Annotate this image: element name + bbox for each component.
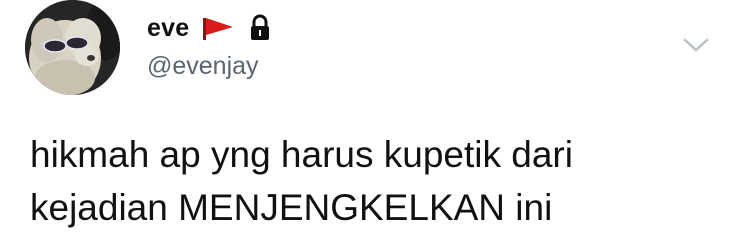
display-name[interactable]: eve [147,14,189,43]
tweet-text-line: hikmah ap yng harus kupetik dari [30,134,573,175]
dog-avatar-image [25,0,120,95]
red-flag-icon [201,14,235,42]
chevron-down-icon[interactable] [681,32,711,58]
name-row: eve [147,10,271,46]
tweet-text: hikmah ap yng harus kupetik dari kejadia… [30,128,720,234]
tweet-text-line: kejadian MENJENGKELKAN ini [30,187,553,228]
user-handle[interactable]: @evenjay [147,52,259,81]
lock-icon [249,14,271,42]
avatar[interactable] [25,0,120,95]
tweet-card: eve @evenjay hikmah ap yng harus kupetik… [0,0,735,245]
